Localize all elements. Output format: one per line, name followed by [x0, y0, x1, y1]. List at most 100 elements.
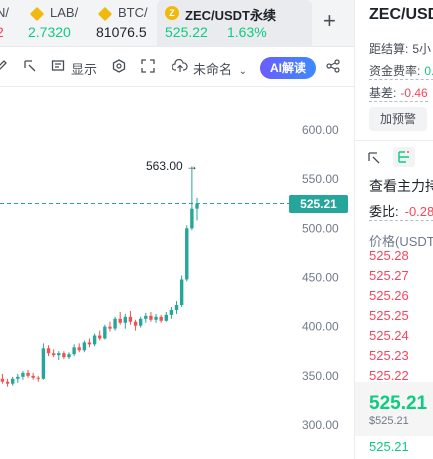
candle-body	[62, 353, 66, 358]
cloud-upload-icon[interactable]	[172, 59, 188, 73]
candle	[154, 313, 158, 323]
candle-body	[51, 353, 56, 356]
bid-price[interactable]: 525.21	[369, 439, 409, 454]
candle	[21, 370, 25, 380]
y-axis-tick-label: 600.00	[302, 123, 339, 137]
current-price-label: 525.21	[289, 194, 348, 213]
candle	[72, 344, 76, 357]
candle	[62, 351, 66, 360]
ask-price[interactable]: 525.23	[369, 348, 409, 363]
candle	[67, 352, 71, 360]
candle-body	[164, 314, 168, 321]
candle	[92, 333, 97, 347]
y-axis-tick-label: 550.00	[302, 172, 339, 186]
tab-zec-usdt-perp[interactable]: Z ZEC/USDT永续 525.22 1.63%	[157, 0, 312, 47]
chart-canvas[interactable]: 600.00 550.00 500.00 450.00 400.00 350.00 300.…	[0, 87, 354, 459]
chevron-down-icon: ⌄	[238, 66, 248, 77]
candlestick-chart[interactable]: 600.00 550.00 500.00 450.00 400.00 350.00 300.…	[0, 87, 354, 459]
ask-price[interactable]: 525.24	[369, 328, 409, 343]
draw-pen-icon[interactable]	[0, 59, 8, 73]
candle-body	[179, 279, 184, 306]
view-main-positions-link[interactable]: 查看主力持	[369, 176, 433, 196]
candle	[98, 330, 102, 341]
candle-body	[174, 305, 179, 310]
ask-price[interactable]: 525.27	[369, 268, 409, 283]
add-tab-icon[interactable]: +	[323, 10, 336, 32]
candle-body	[46, 348, 51, 354]
candle	[0, 373, 5, 384]
funding-rate[interactable]: 资金费率:0.	[369, 62, 433, 80]
ask-price[interactable]: 525.28	[369, 248, 409, 263]
fullscreen-icon[interactable]	[141, 59, 155, 73]
candle	[169, 307, 174, 319]
candle-body	[57, 353, 61, 356]
tab-lab[interactable]: LAB/ 2.7320	[28, 0, 88, 47]
ask-price[interactable]: 525.22	[369, 368, 409, 383]
tab-name: BTC/	[118, 5, 148, 20]
candle-body	[77, 347, 81, 351]
candle-body	[159, 316, 163, 321]
orderbook-split-icon[interactable]	[393, 147, 415, 167]
candle-body	[169, 309, 174, 315]
candle-body	[113, 318, 117, 329]
tab-name: ZEC/USDT永续	[185, 8, 277, 23]
y-axis-tick-label: 350.00	[302, 369, 339, 383]
y-axis-tick-label: 300.00	[302, 418, 339, 432]
candle-body	[190, 208, 194, 229]
candle	[16, 373, 20, 383]
candle-body	[0, 378, 5, 382]
bid-ask-ratio: 委比: -0.28	[369, 201, 433, 221]
candle-body	[92, 335, 97, 345]
ai-analysis-button[interactable]: AI解读	[260, 57, 316, 79]
settings-hex-icon[interactable]	[112, 59, 126, 73]
candle	[82, 340, 87, 353]
layout-name-label: 未命名	[193, 62, 233, 77]
ask-price[interactable]: 525.25	[369, 308, 409, 323]
candle	[77, 343, 81, 353]
last-price-usd: $525.21	[369, 415, 409, 427]
candle-body	[103, 326, 107, 339]
candle	[41, 343, 46, 380]
tab-btc[interactable]: BTC/ 81076.5	[96, 0, 156, 47]
candle	[195, 197, 199, 221]
ask-price[interactable]: 525.26	[369, 288, 409, 303]
candle-body	[67, 354, 71, 358]
candle-body	[5, 381, 10, 384]
order-book-panel: ZEC/USDT 距结算:5小 资金费率:0. 基差:-0.46 加预警 查看主…	[354, 0, 433, 459]
favorite-icon	[97, 6, 113, 22]
candle-body	[72, 347, 76, 355]
divider	[355, 140, 433, 141]
candle-body	[154, 316, 158, 320]
favorite-icon	[29, 6, 45, 22]
tab-price: 2.7320	[28, 24, 71, 40]
candle	[57, 351, 61, 361]
candle	[123, 313, 128, 329]
candle	[108, 321, 112, 332]
orderbook-layout-icon[interactable]	[367, 151, 381, 170]
y-axis-tick-label: 400.00	[302, 320, 339, 334]
tab-price: 2	[0, 24, 4, 40]
basis[interactable]: 基差: -0.46	[369, 84, 428, 102]
chart-toolbar: 显示 未命名 ⌄ AI解读	[0, 47, 354, 87]
tab-partial-pair[interactable]: N/ 2	[0, 0, 16, 47]
candle-body	[118, 318, 122, 323]
display-button[interactable]: 显示	[71, 59, 97, 78]
candle	[159, 314, 163, 323]
candle	[164, 311, 168, 322]
candle	[179, 275, 184, 307]
tab-change: 1.63%	[227, 24, 267, 40]
y-axis-tick-label: 450.00	[302, 271, 339, 285]
share-icon[interactable]	[326, 59, 340, 73]
candle	[133, 319, 138, 331]
cursor-select-icon[interactable]	[23, 59, 37, 73]
tab-bar: N/ 2 LAB/ 2.7320 BTC/ 81076.5 Z ZEC/USDT…	[0, 0, 354, 47]
candle-body	[21, 372, 25, 377]
candle-body	[98, 335, 102, 339]
candle	[144, 312, 148, 323]
layout-name-dropdown[interactable]: 未命名 ⌄	[193, 59, 247, 78]
add-alert-button[interactable]: 加预警	[369, 107, 427, 131]
candle	[103, 324, 107, 340]
display-settings-icon[interactable]	[51, 59, 65, 73]
candle-body	[87, 342, 92, 345]
candle-body	[82, 342, 87, 351]
